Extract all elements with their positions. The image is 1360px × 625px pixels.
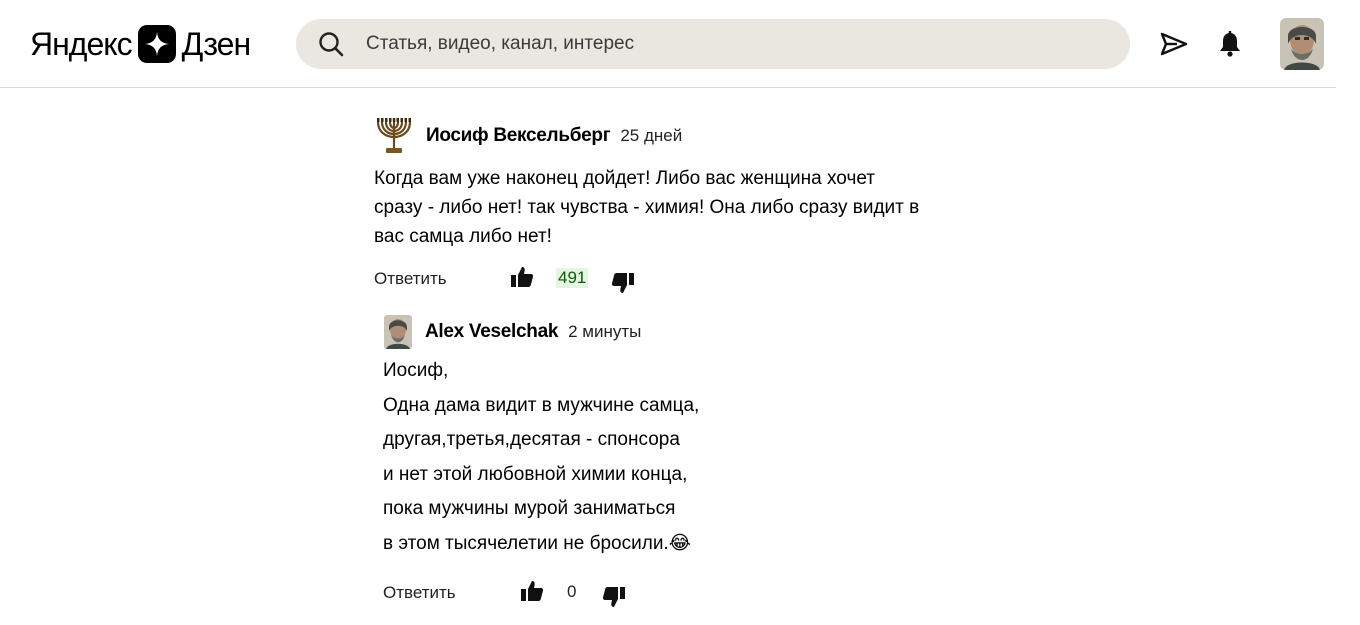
comment-actions: Ответить 491 <box>374 265 974 295</box>
author-name[interactable]: Иосиф Вексельберг <box>426 125 611 147</box>
reply-button[interactable]: Ответить <box>383 583 456 603</box>
comment-header: Alex Veselchak 2 минуты <box>383 312 983 352</box>
user-avatar[interactable] <box>383 315 413 349</box>
zen-star-icon <box>137 25 176 63</box>
user-avatar-button[interactable] <box>1280 18 1324 70</box>
comment-time: 25 дней <box>620 126 683 145</box>
send-icon[interactable] <box>1158 26 1190 62</box>
comment-line: вас самца либо нет! <box>374 226 552 247</box>
comment-line: Иосиф, <box>383 360 449 381</box>
thumbs-up-icon[interactable] <box>520 579 544 608</box>
comment-line: Одна дама видит в мужчине самца, <box>383 394 700 416</box>
thumbs-up-icon[interactable] <box>510 265 534 294</box>
reply-comment: Alex Veselchak 2 минуты Иосиф, Одна дама… <box>383 312 983 609</box>
comment-line: сразу - либо нет! так чувства - химия! О… <box>374 197 920 218</box>
comment-line: другая,третья,десятая - спонсора <box>383 429 680 450</box>
comment-line: в этом тысячелетии не бросили.😂 <box>383 532 691 554</box>
comment-text: Когда вам уже наконец дойдет! Либо вас ж… <box>374 164 964 251</box>
comment-text: Иосиф, Одна дама видит в мужчине самца, … <box>383 354 983 561</box>
top-header: Яндекс Дзен <box>0 0 1336 88</box>
likes-count: 0 <box>567 582 577 601</box>
comment-header: Иосиф Вексельберг 25 дней <box>374 116 974 156</box>
search-input[interactable] <box>366 19 1106 69</box>
comment-line: пока мужчины мурой заниматься <box>383 498 676 519</box>
search-bar[interactable] <box>296 19 1130 69</box>
reply-button[interactable]: Ответить <box>374 269 447 289</box>
yandex-zen-logo[interactable]: Яндекс Дзен <box>30 24 252 64</box>
likes-count: 491 <box>556 268 589 288</box>
search-icon[interactable] <box>318 31 344 57</box>
menorah-icon[interactable] <box>374 116 414 156</box>
comment-line: Когда вам уже наконец дойдет! Либо вас ж… <box>374 168 875 189</box>
logo-text-zen: Дзен <box>181 26 252 62</box>
comment-line: и нет этой любовной химии конца, <box>383 463 688 485</box>
thumbs-down-icon[interactable] <box>602 585 626 614</box>
comment: Иосиф Вексельберг 25 дней Когда вам уже … <box>374 116 974 295</box>
author-name[interactable]: Alex Veselchak <box>425 321 558 343</box>
thumbs-down-icon[interactable] <box>611 271 635 300</box>
comment-actions: Ответить 0 <box>383 579 983 609</box>
comment-time: 2 минуты <box>568 322 642 341</box>
bell-icon[interactable] <box>1214 26 1246 62</box>
logo-text-yandex: Яндекс <box>30 26 133 62</box>
